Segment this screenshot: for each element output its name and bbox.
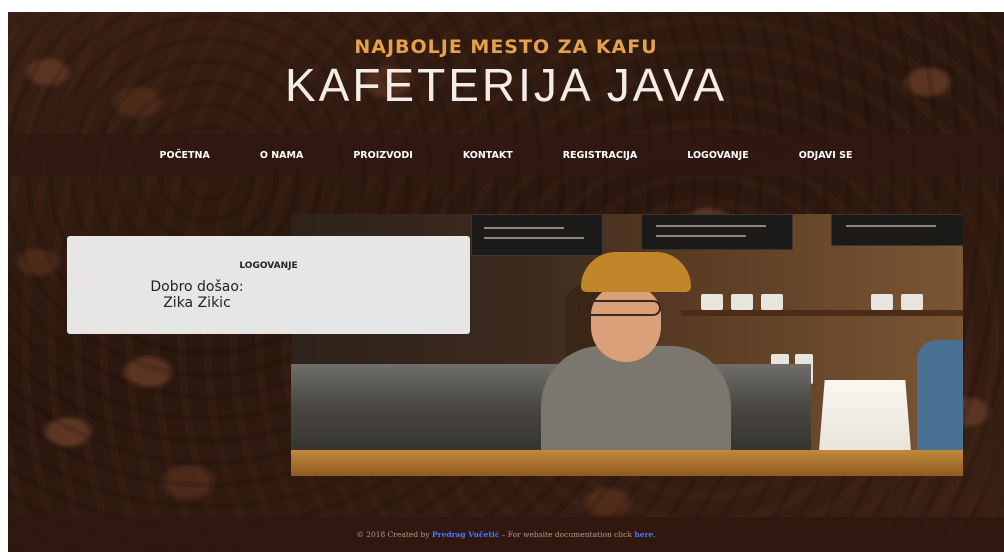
barista [575,300,661,316]
welcome-text: Dobro došao: [150,279,244,295]
footer: © 2018 Created by Predrag Vučetić – For … [8,517,1004,552]
counter [291,450,963,476]
cup [871,294,893,310]
header: NAJBOLJE MESTO ZA KAFU KAFETERIJA JAVA [8,12,1004,132]
footer-text: – For website documentation click [499,530,635,539]
cup [701,294,723,310]
nav-link-logovanje[interactable]: LOGOVANJE [687,150,748,161]
menu-board [471,214,603,256]
nav-link-pocetna[interactable]: POČETNA [160,150,210,161]
nav-link-proizvodi[interactable]: PROIZVODI [353,150,412,161]
main-navigation: POČETNA O NAMA PROIZVODI KONTAKT REGISTR… [8,134,1004,176]
barista [581,252,691,292]
cup [731,294,753,310]
nav-link-odjavi-se[interactable]: ODJAVI SE [799,150,853,161]
cup [761,294,783,310]
shelf [681,310,963,316]
site-background: NAJBOLJE MESTO ZA KAFU KAFETERIJA JAVA P… [8,12,1004,552]
login-panel: LOGOVANJE Dobro došao: Zika Zikic [67,236,470,334]
footer-documentation-link[interactable]: here [634,530,653,539]
footer-copyright: © 2018 Created by [356,530,432,539]
menu-board [831,214,963,246]
menu-board [641,214,793,250]
barista [591,286,661,362]
site-tagline: NAJBOLJE MESTO ZA KAFU [354,36,658,58]
nav-link-registracija[interactable]: REGISTRACIJA [563,150,638,161]
footer-author-link[interactable]: Predrag Vučetić [432,530,499,539]
user-name: Zika Zikic [163,295,231,311]
footer-period: . [653,530,656,539]
nav-link-o-nama[interactable]: O NAMA [260,150,304,161]
login-title: LOGOVANJE [239,261,298,271]
cup [901,294,923,310]
nav-link-kontakt[interactable]: KONTAKT [463,150,513,161]
site-title: KAFETERIJA JAVA [284,59,728,111]
customer-arm [917,340,963,450]
